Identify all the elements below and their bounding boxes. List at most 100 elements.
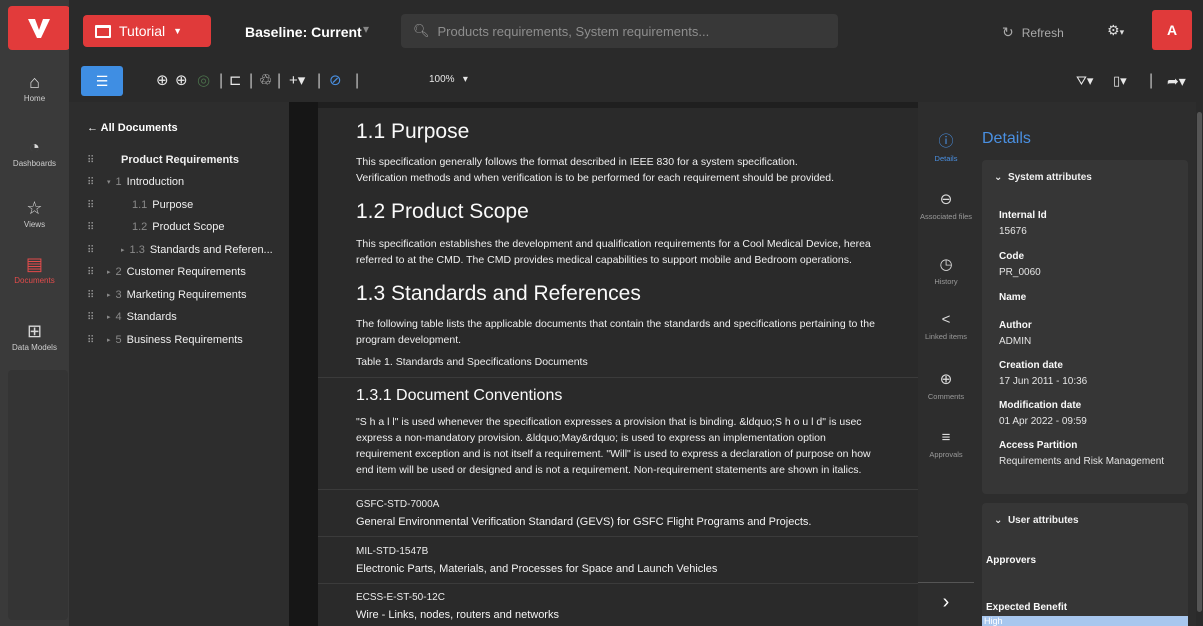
reference-title[interactable]: General Environmental Verification Stand… <box>356 516 811 528</box>
reference-title[interactable]: Electronic Parts, Materials, and Process… <box>356 563 717 575</box>
drag-handle-icon[interactable]: ⠿ <box>87 155 107 166</box>
expand-icon[interactable]: ▸ <box>107 313 111 321</box>
section-text[interactable]: This specification generally follows the… <box>356 154 916 186</box>
drag-handle-icon[interactable]: ⠿ <box>87 335 107 346</box>
section-text[interactable]: This specification establishes the devel… <box>356 236 916 268</box>
drag-handle-icon[interactable]: ⠿ <box>87 200 107 211</box>
toolbar-divider: | <box>1149 72 1154 89</box>
tab-details[interactable]: ⓘ Details <box>918 134 974 164</box>
tree-row[interactable]: ⠿ 1.2 Product Scope <box>87 219 224 235</box>
section-text[interactable]: The following table lists the applicable… <box>356 316 916 348</box>
tree-row[interactable]: ⠿ ▸ 2 Customer Requirements <box>87 264 246 280</box>
tree-row[interactable]: ⠿ ▸ 4 Standards <box>87 309 177 325</box>
refresh-button[interactable]: ↻ Refresh <box>1002 24 1064 41</box>
search-box[interactable]: 🔍︎ <box>401 14 838 48</box>
tree-row[interactable]: ⠿ ▸ 1.3 Standards and Referen... <box>87 242 273 258</box>
expand-icon[interactable]: ▸ <box>107 291 111 299</box>
expand-icon[interactable]: ▸ <box>107 268 111 276</box>
tree-row[interactable]: ⠿ ▾ 1 Introduction <box>87 174 184 190</box>
tree-divider <box>289 102 318 626</box>
table-caption[interactable]: Table 1. Standards and Specifications Do… <box>356 354 916 370</box>
tab-label: Linked items <box>924 332 968 341</box>
tree-row[interactable]: ⠿ ▸ 3 Marketing Requirements <box>87 287 246 303</box>
drag-handle-icon[interactable]: ⠿ <box>87 177 107 188</box>
document-icon: ▤ <box>25 254 43 274</box>
tab-label: Details <box>934 154 958 163</box>
nav-views[interactable]: ☆ Views <box>0 198 69 229</box>
user-attributes-toggle[interactable]: ⌄ User attributes <box>994 515 1079 526</box>
section-heading[interactable]: 1.1 Purpose <box>356 120 469 144</box>
add-item-icon[interactable]: ⊕ <box>156 72 169 90</box>
section-text[interactable]: "S h a l l" is used whenever the specifi… <box>356 414 916 478</box>
reference-title[interactable]: Wire - Links, nodes, routers and network… <box>356 609 559 621</box>
nav-home[interactable]: ⌂ Home <box>0 72 69 103</box>
details-scrollbar[interactable] <box>1196 102 1203 626</box>
checklist-toggle-button[interactable]: ☰ <box>81 66 123 96</box>
collapse-panel-button[interactable]: › <box>918 582 974 622</box>
chevron-right-icon: › <box>942 591 950 613</box>
drag-handle-icon[interactable]: ⠿ <box>87 290 107 301</box>
subsection-heading[interactable]: 1.3.1 Document Conventions <box>356 387 562 405</box>
expand-icon[interactable]: ▾ <box>107 178 111 186</box>
scrollbar-thumb[interactable] <box>1197 112 1202 612</box>
document-tree: ← All Documents ⠿ Product Requirements ⠿… <box>69 102 289 626</box>
comment-off-icon[interactable]: ⊘ <box>329 72 342 90</box>
add-child-icon[interactable]: ⊕ <box>175 72 188 90</box>
system-attributes-toggle[interactable]: ⌄ System attributes <box>994 172 1092 183</box>
share-icon: < <box>941 311 951 328</box>
drag-handle-icon[interactable]: ⠿ <box>87 245 107 256</box>
reference-code[interactable]: ECSS-E-ST-50-12C <box>356 592 445 603</box>
network-icon: ◎ <box>197 72 211 89</box>
recycle-icon[interactable]: ♲ <box>259 72 272 90</box>
tree-label: Introduction <box>126 176 185 188</box>
nav-dashboards[interactable]: ◔ Dashboards <box>0 137 69 168</box>
project-selector-button[interactable]: Tutorial ▼ <box>83 15 211 47</box>
tab-associated-files[interactable]: ⊖ Associated files <box>918 192 974 222</box>
tree-num: 1.1 <box>132 199 148 211</box>
add-menu-icon[interactable]: +▾ <box>289 72 305 90</box>
section-heading[interactable]: 1.2 Product Scope <box>356 200 529 224</box>
attr-label: Modification date <box>999 400 1082 411</box>
drag-handle-icon[interactable]: ⠿ <box>87 267 107 278</box>
drag-handle-icon[interactable]: ⠿ <box>87 312 107 323</box>
export-icon[interactable]: ▯▾ <box>1113 72 1127 90</box>
expand-icon[interactable]: ▸ <box>121 246 125 254</box>
drag-handle-icon[interactable]: ⠿ <box>87 222 107 233</box>
tab-comments[interactable]: ⊕ Comments <box>918 372 974 402</box>
tab-linked-items[interactable]: < Linked items <box>918 311 974 342</box>
document-toolbar: ☰ ⊕ ⊕ ◎ | ⊏ | ♲ | +▾ | ⊘ | 100% ▾ ⛛▾ ▯▾ … <box>69 62 1203 102</box>
tab-history[interactable]: ◷ History <box>918 257 974 287</box>
nav-data-models[interactable]: ⊞ Data Models <box>0 321 69 352</box>
divider <box>318 377 918 378</box>
tree-row[interactable]: ⠿ ▸ 5 Business Requirements <box>87 332 243 348</box>
search-input[interactable] <box>437 23 818 39</box>
project-name: Tutorial <box>119 23 166 39</box>
section-heading[interactable]: 1.3 Standards and References <box>356 282 641 306</box>
toolbar-divider: | <box>317 72 322 89</box>
tree-row[interactable]: ⠿ Product Requirements <box>87 152 239 168</box>
tree-row[interactable]: ⠿ 1.1 Purpose <box>87 197 193 213</box>
unlock-icon[interactable]: ⊏ <box>229 72 242 90</box>
zoom-level[interactable]: 100% ▾ <box>429 74 468 85</box>
user-avatar[interactable]: A <box>1152 10 1192 50</box>
chevron-down-icon: ⌄ <box>994 515 1003 526</box>
tab-approvals[interactable]: ≡ Approvals <box>918 430 974 460</box>
nav-documents[interactable]: ▤ Documents <box>0 254 69 285</box>
tab-label: History <box>934 277 958 286</box>
tree-num: 2 <box>115 266 122 278</box>
reference-code[interactable]: MIL-STD-1547B <box>356 546 428 557</box>
filter-icon[interactable]: ⛛▾ <box>1076 72 1093 90</box>
reference-code[interactable]: GSFC-STD-7000A <box>356 499 439 510</box>
expected-benefit-value[interactable]: High <box>982 616 1188 626</box>
share-forward-icon[interactable]: ➦▾ <box>1167 72 1186 90</box>
baseline-chevron-icon[interactable]: ▾ <box>363 22 369 36</box>
baseline-selector[interactable]: Baseline: Current <box>245 24 362 40</box>
tree-label: Purpose <box>152 199 194 211</box>
app-logo[interactable] <box>8 6 70 50</box>
attr-label: Author <box>999 320 1032 331</box>
search-icon: 🔍︎ <box>413 23 430 38</box>
settings-button[interactable]: ⚙▾ <box>1107 22 1124 39</box>
tree-num: 1 <box>115 176 122 188</box>
expand-icon[interactable]: ▸ <box>107 336 111 344</box>
all-documents-link[interactable]: ← All Documents <box>87 122 178 134</box>
